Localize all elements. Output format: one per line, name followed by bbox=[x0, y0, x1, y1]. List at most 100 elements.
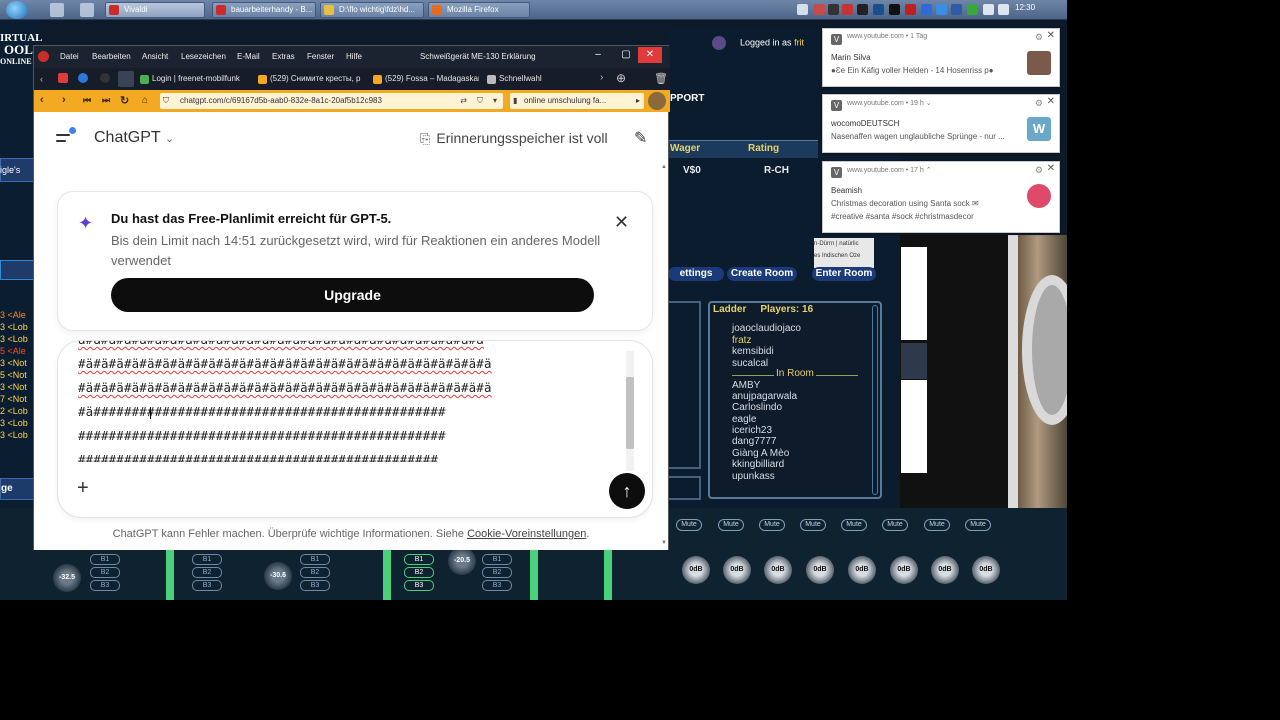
tab-freenet[interactable]: Login | freenet-mobilfunk bbox=[138, 71, 250, 87]
prompt-textarea[interactable]: ä#ä#ä#ä#ä#ä#ä#ä#ä#ä#ä#ä#ä#ä#ä#ä#ä#ä#ä#ä#… bbox=[78, 341, 626, 462]
menu-item[interactable]: Lesezeichen bbox=[181, 52, 226, 61]
menu-item[interactable]: Bearbeiten bbox=[92, 52, 131, 61]
taskbar-task[interactable]: Mozilla Firefox bbox=[428, 2, 530, 18]
mute-button[interactable]: Mute bbox=[759, 519, 785, 531]
menu-item[interactable]: Hilfe bbox=[346, 52, 362, 61]
list-item[interactable]: anujpagarwala bbox=[732, 391, 797, 402]
mute-button[interactable]: Mute bbox=[676, 519, 702, 531]
bus-b3-button[interactable]: B3 bbox=[404, 580, 434, 591]
home-icon[interactable]: ⌂ bbox=[142, 95, 148, 106]
bus-b2-button[interactable]: B2 bbox=[90, 567, 120, 578]
model-selector[interactable]: ChatGPT ⌄ bbox=[94, 129, 174, 147]
scroll-up-icon[interactable]: ▲ bbox=[661, 164, 667, 170]
ladder-list[interactable]: Ladder Players: 16 joaoclaudiojaco fratz … bbox=[708, 301, 882, 499]
close-icon[interactable]: ✕ bbox=[1047, 96, 1055, 107]
quicklaunch-icon[interactable] bbox=[80, 3, 94, 17]
bus-b3-button[interactable]: B3 bbox=[300, 580, 330, 591]
list-item[interactable]: upunkass bbox=[732, 471, 775, 482]
tray-icon[interactable] bbox=[967, 4, 978, 15]
tray-icon[interactable] bbox=[828, 4, 839, 15]
new-chat-button[interactable]: ✎ bbox=[634, 128, 654, 148]
quicklaunch-icon[interactable] bbox=[50, 3, 64, 17]
tray-icon[interactable] bbox=[842, 4, 853, 15]
support-label[interactable]: PPORT bbox=[670, 93, 704, 104]
list-item[interactable]: kkingbilliard bbox=[732, 459, 784, 470]
gain-knob[interactable]: 0dB bbox=[723, 556, 751, 584]
close-icon[interactable]: ✕ bbox=[1047, 30, 1055, 41]
list-item[interactable]: joaoclaudiojaco bbox=[732, 323, 801, 334]
upgrade-button[interactable]: Upgrade bbox=[111, 278, 594, 312]
list-item[interactable]: fratz bbox=[732, 335, 751, 346]
list-item[interactable]: dang7777 bbox=[732, 436, 777, 447]
notification[interactable]: V www.youtube.com • 1 Tag ⚙ ✕ Marin Silv… bbox=[822, 28, 1060, 87]
tab-back-icon[interactable]: ‹ bbox=[40, 74, 43, 84]
add-attachment-button[interactable]: + bbox=[77, 477, 89, 500]
tray-icon[interactable] bbox=[814, 4, 825, 15]
menu-item[interactable]: Ansicht bbox=[142, 52, 168, 61]
enter-room-button[interactable]: Enter Room bbox=[812, 267, 876, 281]
tab-scroll-icon[interactable]: › bbox=[600, 72, 603, 83]
new-tab-icon[interactable]: ⊕ bbox=[616, 71, 626, 85]
bus-b2-button[interactable]: B2 bbox=[404, 567, 434, 578]
mute-button[interactable]: Mute bbox=[924, 519, 950, 531]
tray-arrow-icon[interactable] bbox=[797, 4, 808, 15]
create-room-button[interactable]: Create Room bbox=[727, 267, 797, 281]
bus-b3-button[interactable]: B3 bbox=[192, 580, 222, 591]
volume-icon[interactable] bbox=[998, 4, 1009, 15]
list-item[interactable]: AMBY bbox=[732, 380, 760, 391]
youtube-icon[interactable] bbox=[58, 73, 68, 83]
url-input[interactable]: ⛉ chatgpt.com/c/69167d5b-aab0-832e-8a1c-… bbox=[160, 93, 503, 109]
list-item[interactable]: Giàng A Mèo bbox=[732, 448, 789, 459]
mute-button[interactable]: Mute bbox=[882, 519, 908, 531]
gain-knob[interactable]: -20.5 bbox=[448, 547, 476, 575]
bus-b3-button[interactable]: B3 bbox=[482, 580, 512, 591]
gain-knob[interactable]: 0dB bbox=[682, 556, 710, 584]
bus-b2-button[interactable]: B2 bbox=[300, 567, 330, 578]
bus-b1-button[interactable]: B1 bbox=[404, 554, 434, 565]
send-button[interactable]: ↑ bbox=[609, 473, 645, 509]
bookmark-icon[interactable]: ⛉ bbox=[477, 93, 483, 109]
tab-icon[interactable] bbox=[78, 73, 88, 83]
tab-speed-dial[interactable]: Schnellwahl bbox=[485, 71, 585, 87]
bus-b2-button[interactable]: B2 bbox=[482, 567, 512, 578]
gain-knob[interactable]: -32.5 bbox=[53, 564, 81, 592]
gain-knob[interactable]: 0dB bbox=[972, 556, 1000, 584]
minimize-button[interactable]: – bbox=[586, 47, 610, 63]
notification[interactable]: V www.youtube.com • 17 h ⌃ ⚙ ✕ Beamish C… bbox=[822, 161, 1060, 233]
message-composer[interactable]: ä#ä#ä#ä#ä#ä#ä#ä#ä#ä#ä#ä#ä#ä#ä#ä#ä#ä#ä#ä#… bbox=[57, 340, 653, 518]
sidebar-toggle-button[interactable] bbox=[56, 127, 78, 147]
trash-icon[interactable]: 🗑 bbox=[654, 72, 668, 85]
vivaldi-menu-icon[interactable] bbox=[38, 51, 49, 62]
taskbar-task[interactable]: bauarbeiterhandy - B... bbox=[212, 2, 316, 18]
chevron-down-icon[interactable]: ▾ bbox=[493, 93, 497, 109]
close-button[interactable]: ✕ bbox=[638, 47, 662, 63]
reload-icon[interactable]: ↻ bbox=[120, 94, 129, 107]
tab-youtube-1[interactable]: (529) Снимите кресты, р bbox=[256, 71, 366, 87]
steam-icon[interactable] bbox=[873, 4, 884, 15]
bus-b1-button[interactable]: B1 bbox=[482, 554, 512, 565]
bus-b3-button[interactable]: B3 bbox=[90, 580, 120, 591]
menu-item[interactable]: Extras bbox=[272, 52, 295, 61]
tab-icon[interactable] bbox=[118, 71, 134, 87]
list-item[interactable]: kemsibidi bbox=[732, 346, 774, 357]
mute-button[interactable]: Mute bbox=[800, 519, 826, 531]
bus-b1-button[interactable]: B1 bbox=[300, 554, 330, 565]
tray-icon[interactable] bbox=[905, 4, 916, 15]
gear-icon[interactable]: ⚙ bbox=[1035, 98, 1043, 109]
gain-knob[interactable]: 0dB bbox=[806, 556, 834, 584]
translate-icon[interactable]: ⇄ bbox=[460, 93, 467, 109]
gain-knob[interactable]: 0dB bbox=[764, 556, 792, 584]
gain-knob[interactable]: -30.6 bbox=[264, 562, 292, 590]
forward-icon[interactable]: › bbox=[62, 94, 66, 106]
scroll-down-icon[interactable]: ▼ bbox=[661, 540, 667, 546]
tab-icon[interactable] bbox=[100, 73, 110, 83]
list-item[interactable]: Carloslindo bbox=[732, 402, 782, 413]
fast-forward-icon[interactable]: ⏭ bbox=[102, 95, 110, 106]
gain-knob[interactable]: 0dB bbox=[848, 556, 876, 584]
gear-icon[interactable]: ⚙ bbox=[1035, 32, 1043, 43]
bus-b2-button[interactable]: B2 bbox=[192, 567, 222, 578]
menu-item[interactable]: Fenster bbox=[307, 52, 334, 61]
composer-scrollbar[interactable] bbox=[626, 351, 634, 471]
menu-item[interactable]: E-Mail bbox=[237, 52, 260, 61]
lobby-button[interactable]: ge bbox=[0, 478, 34, 500]
